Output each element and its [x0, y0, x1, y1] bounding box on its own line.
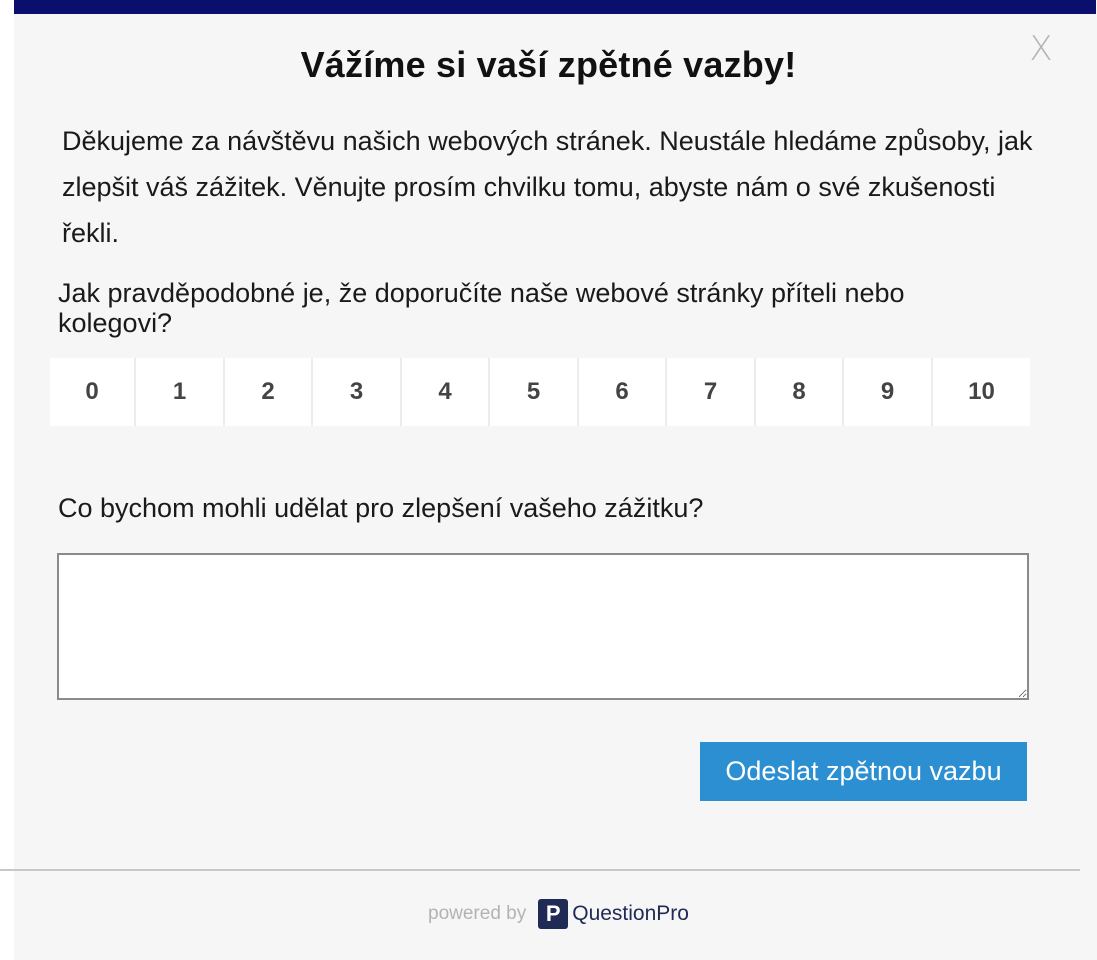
nps-option-8[interactable]: 8 — [756, 358, 844, 426]
nps-option-7[interactable]: 7 — [667, 358, 756, 426]
dialog-title: Vážíme si vaší zpětné vazby! — [300, 44, 797, 85]
submit-feedback-button[interactable]: Odeslat zpětnou vazbu — [700, 742, 1027, 801]
page-edge — [0, 0, 14, 960]
improvement-textarea[interactable] — [57, 553, 1029, 700]
powered-by-text: powered by — [428, 903, 527, 924]
intro-text: Děkujeme za návštěvu našich webových str… — [62, 126, 1033, 248]
nps-option-4[interactable]: 4 — [402, 358, 490, 426]
questionpro-logo-icon: P — [538, 899, 569, 929]
nps-scale: 0 1 2 3 4 5 6 7 8 9 10 — [50, 358, 1030, 426]
questionpro-brand: QuestionPro — [572, 902, 689, 925]
nps-option-2[interactable]: 2 — [225, 358, 313, 426]
footer-divider — [0, 869, 1080, 871]
nps-option-3[interactable]: 3 — [313, 358, 402, 426]
nps-option-10[interactable]: 10 — [933, 358, 1030, 426]
nps-option-6[interactable]: 6 — [579, 358, 667, 426]
nps-option-0[interactable]: 0 — [50, 358, 136, 426]
top-accent-bar — [14, 0, 1096, 14]
nps-option-9[interactable]: 9 — [844, 358, 933, 426]
nps-option-5[interactable]: 5 — [490, 358, 579, 426]
nps-option-1[interactable]: 1 — [136, 358, 225, 426]
nps-question: Jak pravděpodobné je, že doporučíte naše… — [58, 278, 905, 338]
powered-by-footer[interactable]: powered by P QuestionPro — [428, 897, 689, 931]
improvement-question: Co bychom mohli udělat pro zlepšení vaše… — [58, 493, 704, 523]
